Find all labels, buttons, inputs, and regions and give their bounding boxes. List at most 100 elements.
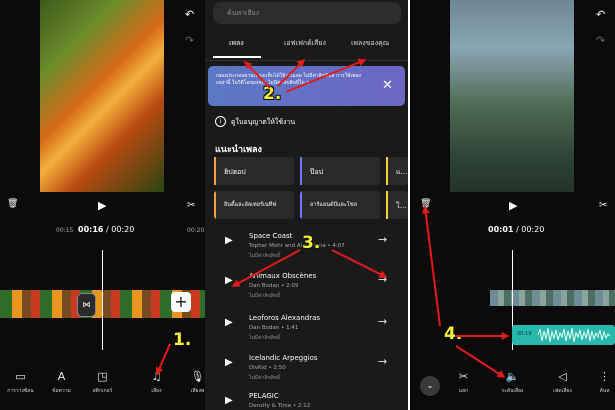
track-row[interactable]: ▶ PELAGIC Density & Time • 2:12 — [205, 388, 408, 410]
tool-label: เฟดเสียง — [553, 388, 572, 394]
time-total: 00:20 — [521, 225, 545, 234]
time-current-value: 00:16 — [78, 225, 104, 234]
category-accent — [300, 191, 302, 219]
tool-label: การวางซ้อน — [7, 388, 34, 394]
tool-volume[interactable]: 🔈 ระดับเสียง — [492, 362, 533, 395]
scissors-icon[interactable]: ✂ — [599, 200, 607, 211]
bottom-toolbar: ⌄ ✂ แยก 🔈 ระดับเสียง ◁ เฟดเสียง ⋮ ค้นห — [410, 362, 615, 410]
close-icon[interactable]: ✕ — [382, 78, 393, 93]
tool-voiceover[interactable]: 🎙 เสียงพ — [177, 362, 205, 395]
scissors-icon[interactable]: ✂ — [187, 200, 195, 211]
category-chip[interactable]: แ... — [386, 157, 408, 185]
arrow-right-icon[interactable]: → — [378, 315, 387, 328]
add-clip-button[interactable]: + — [171, 292, 191, 312]
banner-text: เพลงประกอบตามเพลงแท็บได้ใช้งานเลย ไม่มีค… — [216, 73, 361, 86]
playhead[interactable] — [102, 250, 103, 350]
step-marker-2: 2. — [263, 84, 282, 104]
tool-label: แยก — [458, 388, 469, 394]
tool-label: ค้นห — [599, 388, 610, 394]
time-ruler: 00:15 00:16 / 00:20 00:20 — [0, 225, 205, 237]
category-chip[interactable]: โ... — [386, 191, 408, 219]
video-preview[interactable] — [450, 0, 574, 192]
bottom-toolbar: ▭ การวางซ้อน A ข้อความ ◳ สติกเกอร์ ♫ เสี… — [0, 362, 205, 410]
tool-label: ข้อความ — [52, 388, 71, 394]
audio-waveform — [537, 327, 611, 343]
search-input[interactable]: ค้นหาเสียง — [227, 8, 259, 19]
sticker-icon: ◳ — [97, 370, 108, 383]
tool-more[interactable]: ⋮ ค้นห — [584, 362, 615, 395]
category-accent — [214, 157, 216, 185]
redo-icon[interactable]: ↷ — [596, 34, 605, 47]
play-icon[interactable]: ▶ — [509, 199, 517, 212]
redo-icon[interactable]: ↷ — [185, 34, 194, 47]
volume-icon: 🔈 — [505, 370, 520, 383]
play-icon[interactable]: ▶ — [225, 395, 233, 406]
arrow-right-icon[interactable]: → — [378, 233, 387, 246]
time-total: 00:20 — [111, 225, 135, 234]
step-marker-3: 3. — [302, 233, 321, 253]
tool-label: เสียงพ — [190, 388, 205, 394]
track-row[interactable]: ▶ Leoforos Alexandras Dan Bodan • 1:41 ไ… — [205, 310, 408, 346]
video-preview[interactable] — [40, 0, 164, 192]
play-icon[interactable]: ▶ — [225, 357, 233, 368]
track-meta: Topher Mohr and Alex Elena • 4:07 — [249, 243, 345, 249]
editor-panel-audio: ↶ ↷ 🗑 ▶ ✂ 00:01 / 00:20 00:19 ⌄ ✂ แยก 🔈 … — [410, 0, 615, 410]
category-chip[interactable]: ฮิปฮอป — [214, 157, 294, 185]
more-icon: ⋮ — [599, 370, 610, 383]
play-icon[interactable]: ▶ — [225, 235, 233, 246]
track-row[interactable]: ▶ Icelandic Arpeggios DivKid • 2:50 ไม่ม… — [205, 350, 408, 386]
tool-fade[interactable]: ◁ เฟดเสียง — [542, 362, 583, 395]
arrow-right-icon[interactable]: → — [378, 273, 387, 286]
track-title: Leoforos Alexandras — [249, 314, 321, 322]
category-chip[interactable]: ป๊อป — [300, 157, 380, 185]
audio-clip[interactable]: 00:19 — [512, 325, 615, 345]
trash-icon[interactable]: 🗑 — [7, 199, 18, 209]
tab-music[interactable]: เพลง — [229, 38, 244, 49]
track-license: ไม่มีค่าลิขสิทธิ์ — [249, 293, 281, 299]
time-readout: 00:01 / 00:20 — [488, 225, 544, 234]
play-icon[interactable]: ▶ — [98, 199, 106, 212]
category-label: โ... — [396, 202, 407, 210]
play-icon[interactable]: ▶ — [225, 317, 233, 328]
arrow-right-icon[interactable]: → — [378, 355, 387, 368]
track-license: ไม่มีค่าลิขสิทธิ์ — [249, 253, 281, 259]
video-clip-strip[interactable] — [490, 290, 615, 306]
transition-handle[interactable]: ⋈ — [77, 293, 96, 317]
info-banner: เพลงประกอบตามเพลงแท็บได้ใช้งานเลย ไม่มีค… — [208, 66, 405, 106]
category-label: ป๊อป — [310, 168, 324, 176]
tool-sound[interactable]: ♫ เสียง — [136, 362, 177, 395]
category-label: ฮิปฮอป — [224, 168, 246, 176]
track-meta: DivKid • 2:50 — [249, 365, 286, 371]
trash-icon[interactable]: 🗑 — [420, 199, 431, 209]
info-icon: i — [215, 116, 226, 127]
picture-in-picture-icon: ▭ — [15, 370, 26, 383]
category-accent — [300, 157, 302, 185]
tool-label: สติกเกอร์ — [92, 388, 113, 394]
play-icon[interactable]: ▶ — [225, 275, 233, 286]
category-accent — [386, 191, 388, 219]
tool-text[interactable]: A ข้อความ — [41, 362, 82, 395]
license-text: ดูใบอนุญาตให้ใช้งาน — [231, 118, 296, 126]
time-start: 00:15 — [56, 227, 74, 234]
active-tab-indicator — [213, 56, 261, 58]
track-row[interactable]: ▶ Animaux Obscènes Dan Bodan • 2:09 ไม่ม… — [205, 268, 408, 304]
collapse-button[interactable]: ⌄ — [420, 376, 440, 396]
text-icon: A — [57, 370, 66, 383]
tab-sound-effects[interactable]: เอฟเฟกต์เสียง — [284, 38, 326, 49]
undo-icon[interactable]: ↶ — [185, 8, 194, 21]
track-meta: Dan Bodan • 1:41 — [249, 325, 299, 331]
track-meta: Dan Bodan • 2:09 — [249, 283, 299, 289]
tool-split[interactable]: ✂ แยก — [443, 362, 484, 395]
recommendations-title: แนะนำเพลง — [215, 145, 262, 155]
tab-your-music[interactable]: เพลงของคุณ — [351, 38, 389, 49]
category-label: อินดี้และอัลเทอร์เนทีฟ — [224, 202, 277, 208]
undo-icon[interactable]: ↶ — [596, 8, 605, 21]
tool-sticker[interactable]: ◳ สติกเกอร์ — [82, 362, 123, 395]
category-chip[interactable]: อินดี้และอัลเทอร์เนทีฟ — [214, 191, 294, 219]
tool-overlay[interactable]: ▭ การวางซ้อน — [0, 362, 41, 395]
search-field[interactable]: ค้นหาเสียง — [213, 2, 401, 24]
time-current-value: 00:01 — [488, 225, 514, 234]
category-chip[interactable]: อาร์แอนด์บีและโซล — [300, 191, 380, 219]
music-library-panel: ค้นหาเสียง เพลง เอฟเฟกต์เสียง เพลงของคุณ… — [205, 0, 408, 410]
track-license: ไม่มีค่าลิขสิทธิ์ — [249, 375, 281, 381]
